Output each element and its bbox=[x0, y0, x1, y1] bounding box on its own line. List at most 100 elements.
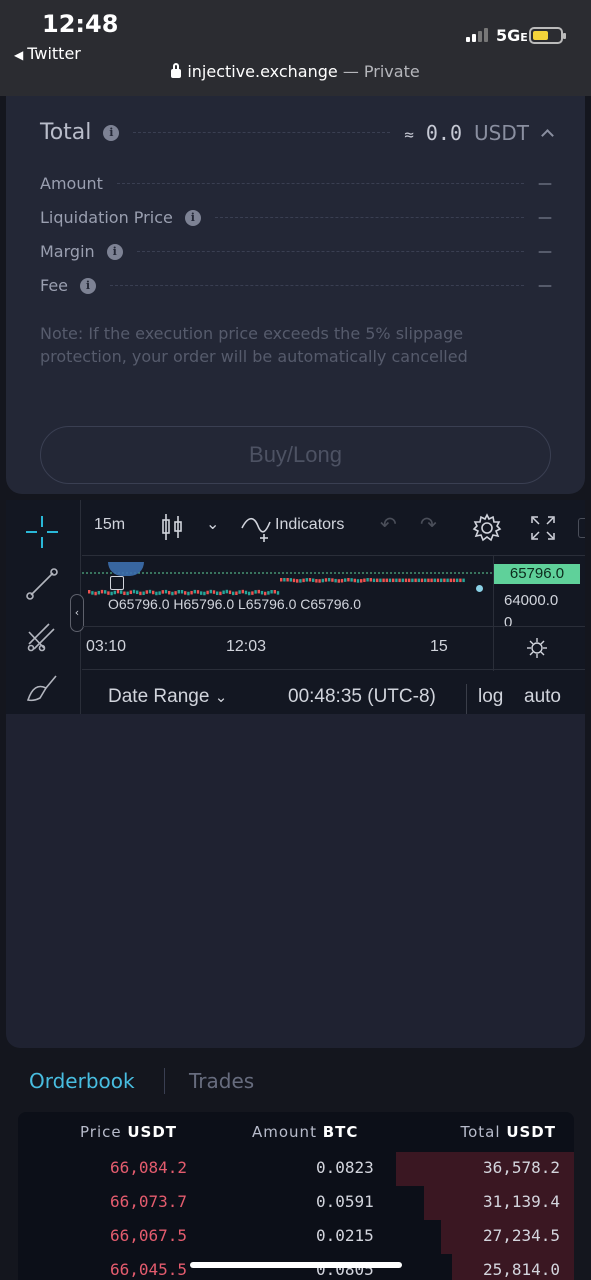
candle bbox=[440, 578, 443, 583]
candle bbox=[414, 578, 417, 583]
candle bbox=[299, 579, 302, 583]
auto-scale-toggle[interactable]: auto bbox=[524, 686, 561, 708]
undo-icon[interactable]: ↶ bbox=[380, 512, 397, 537]
home-indicator[interactable] bbox=[190, 1262, 402, 1268]
indicators-button[interactable]: Indicators bbox=[275, 516, 344, 534]
candle bbox=[328, 577, 331, 582]
candle bbox=[369, 578, 372, 582]
info-icon[interactable]: i bbox=[184, 209, 201, 226]
orderbook-table: Price USDT Amount BTC Total USDT 66,084.… bbox=[18, 1112, 574, 1280]
chevron-down-icon[interactable]: ⌄ bbox=[206, 514, 219, 534]
time-label: 03:10 bbox=[86, 638, 127, 655]
candle bbox=[257, 589, 260, 594]
candle bbox=[344, 578, 347, 582]
signal-icon bbox=[466, 28, 488, 42]
info-icon[interactable]: i bbox=[106, 243, 123, 260]
candle bbox=[286, 578, 289, 582]
time-axis[interactable]: 03:10 12:03 15 bbox=[82, 626, 585, 671]
ask-price: 66,045.5 bbox=[110, 1260, 188, 1279]
axis-settings-icon[interactable] bbox=[526, 637, 548, 659]
ask-total: 27,234.5 bbox=[482, 1226, 560, 1245]
candle bbox=[254, 590, 257, 594]
candle bbox=[152, 590, 155, 595]
candle bbox=[360, 579, 363, 583]
current-price-tag: 65796.0 bbox=[494, 564, 580, 584]
ask-total: 25,814.0 bbox=[482, 1260, 560, 1279]
battery-icon bbox=[529, 27, 566, 44]
candle bbox=[196, 590, 200, 594]
info-icon[interactable]: i bbox=[80, 277, 97, 294]
orderbook-row[interactable]: 66,067.5 0.0215 27,234.5 bbox=[18, 1220, 574, 1254]
candle bbox=[350, 578, 353, 582]
candle bbox=[436, 578, 440, 583]
tab-orderbook[interactable]: Orderbook bbox=[29, 1069, 135, 1093]
crosshair-icon[interactable] bbox=[24, 514, 60, 550]
candle bbox=[161, 590, 164, 594]
candle bbox=[430, 578, 433, 583]
candle bbox=[251, 591, 254, 595]
candle bbox=[337, 579, 340, 583]
buy-long-button[interactable]: Buy/Long bbox=[40, 426, 551, 484]
lock-icon bbox=[171, 63, 182, 78]
total-row[interactable]: Total i ≈ 0.0 USDT bbox=[40, 120, 554, 145]
candle bbox=[148, 589, 152, 594]
chart-top-toolbar: 15m ⌄ Indicators ↶ ↷ bbox=[82, 500, 585, 556]
fee-value: — bbox=[538, 277, 552, 294]
info-icon[interactable]: i bbox=[103, 124, 120, 141]
candle bbox=[132, 589, 136, 594]
dotted-leader bbox=[116, 183, 524, 184]
camera-icon[interactable] bbox=[578, 518, 585, 538]
address-bar[interactable]: injective.exchange — Private bbox=[0, 62, 591, 81]
candle bbox=[97, 590, 100, 595]
trend-line-icon[interactable] bbox=[24, 566, 60, 602]
indicators-icon[interactable] bbox=[240, 514, 274, 542]
candle bbox=[238, 590, 241, 594]
candle bbox=[248, 591, 251, 596]
candle bbox=[433, 578, 436, 583]
candle bbox=[312, 578, 315, 582]
candle bbox=[427, 578, 430, 583]
back-app-label: Twitter bbox=[27, 44, 81, 63]
interval-selector[interactable]: 15m bbox=[94, 516, 125, 534]
redo-icon[interactable]: ↷ bbox=[420, 512, 437, 537]
candle bbox=[392, 578, 395, 583]
trading-chart[interactable]: ‹ 15m ⌄ Indicators ↶ ↷ O65796.0 H65796.0… bbox=[6, 500, 585, 714]
ask-total: 36,578.2 bbox=[482, 1158, 560, 1177]
candle bbox=[340, 578, 344, 583]
fullscreen-icon[interactable] bbox=[530, 515, 556, 541]
fib-tools-icon[interactable] bbox=[24, 618, 60, 654]
log-scale-toggle[interactable]: log bbox=[478, 686, 503, 708]
candle bbox=[88, 590, 91, 594]
candlestick-plot[interactable]: O65796.0 H65796.0 L65796.0 C65796.0 bbox=[82, 556, 497, 626]
candle bbox=[408, 578, 411, 583]
status-bar: 12:48 ◀ Twitter 5GE injective.exchange — … bbox=[0, 0, 591, 96]
date-range-button[interactable]: Date Range ⌄ bbox=[108, 686, 227, 708]
candle bbox=[283, 578, 286, 582]
candle bbox=[244, 590, 248, 595]
amount-label: Amount bbox=[40, 174, 103, 193]
price-series bbox=[82, 572, 497, 596]
candlestick-icon[interactable] bbox=[160, 512, 184, 542]
gear-icon[interactable] bbox=[472, 513, 502, 543]
brush-icon[interactable] bbox=[24, 670, 60, 706]
candle bbox=[174, 591, 177, 595]
price-scale[interactable]: 65796.0 64000.0 0 bbox=[493, 556, 585, 626]
candle bbox=[267, 591, 270, 595]
candle bbox=[113, 590, 116, 595]
candle bbox=[100, 589, 104, 594]
candle bbox=[388, 578, 392, 583]
chart-panel-background bbox=[6, 714, 585, 1048]
back-to-app-link[interactable]: ◀ Twitter bbox=[14, 44, 81, 63]
orderbook-row[interactable]: 66,073.7 0.0591 31,139.4 bbox=[18, 1186, 574, 1220]
candle bbox=[401, 578, 404, 583]
chevron-up-icon[interactable] bbox=[541, 129, 554, 142]
order-summary-panel: Total i ≈ 0.0 USDT Amount — Liquidation … bbox=[6, 96, 585, 494]
candle bbox=[315, 579, 318, 583]
total-value: ≈ 0.0 USDT bbox=[404, 120, 529, 145]
ask-amount: 0.0823 bbox=[316, 1158, 374, 1177]
orderbook-row[interactable]: 66,084.2 0.0823 36,578.2 bbox=[18, 1152, 574, 1186]
tab-trades[interactable]: Trades bbox=[189, 1069, 254, 1093]
symbol-info-icon[interactable] bbox=[110, 576, 124, 590]
candle bbox=[107, 591, 110, 595]
candle bbox=[168, 590, 171, 595]
